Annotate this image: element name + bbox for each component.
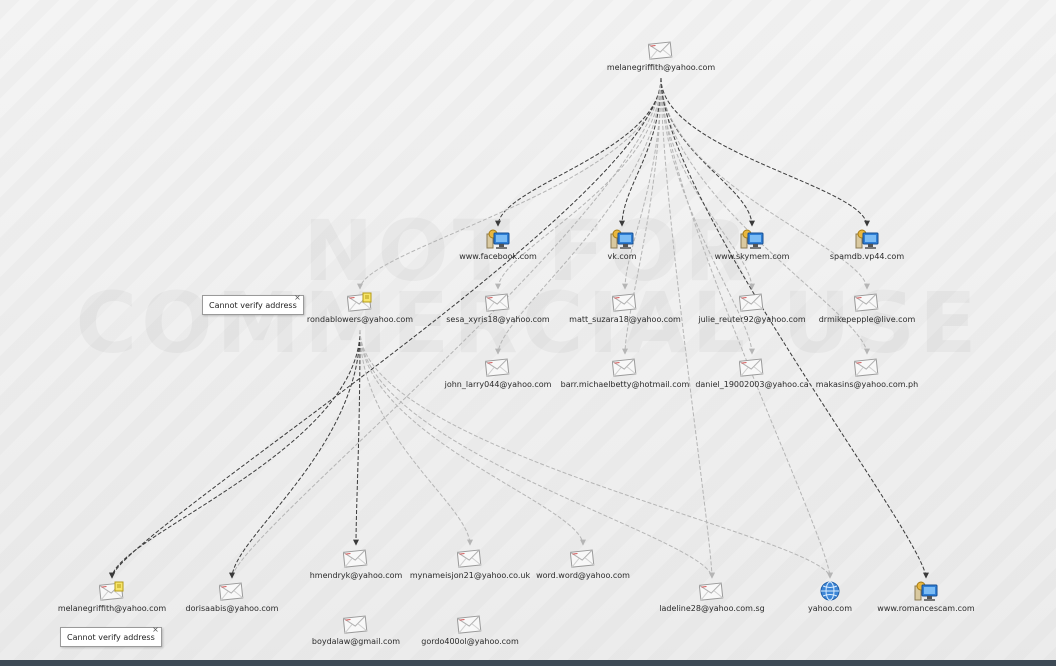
website-icon	[739, 228, 765, 250]
envelope-icon	[853, 356, 880, 378]
edge-root-facebook	[495, 77, 662, 227]
edge-root-ladeline	[660, 77, 715, 579]
edge-root-spamdb	[660, 77, 870, 227]
node-label: spamdb.vp44.com	[829, 252, 905, 261]
graph-node[interactable]: gordo400ol@yahoo.com	[390, 613, 550, 646]
node-label: gordo400ol@yahoo.com	[421, 637, 519, 646]
node-label: dorisaabis@yahoo.com	[185, 604, 279, 613]
tooltip-text: Cannot verify address	[67, 633, 155, 642]
envelope-icon	[698, 580, 725, 602]
envelope-icon	[611, 356, 638, 378]
envelope-icon	[853, 291, 880, 313]
envelope-icon	[484, 291, 511, 313]
node-label: www.romancescam.com	[877, 604, 975, 613]
node-label: melanegriffith@yahoo.com	[606, 63, 716, 72]
edge-ronda-melane2	[109, 329, 361, 579]
envelope-icon	[456, 547, 483, 569]
website-icon	[854, 228, 880, 250]
website-icon	[485, 228, 511, 250]
globe-icon	[817, 580, 843, 602]
graph-node[interactable]: rondablowers@yahoo.com	[280, 291, 440, 324]
envelope-icon	[647, 39, 674, 61]
envelope-note-icon	[98, 580, 125, 602]
graph-node[interactable]: drmikepepple@live.com	[787, 291, 947, 324]
website-icon	[913, 580, 939, 602]
node-label: makasins@yahoo.com.ph	[815, 380, 919, 389]
graph-node[interactable]: melanegriffith@yahoo.com	[581, 39, 741, 72]
node-label: word.word@yahoo.com	[536, 571, 630, 580]
edge-ronda-dorisa	[229, 329, 361, 579]
graph-node[interactable]: www.romancescam.com	[846, 580, 1006, 613]
edge-root-dorisa	[229, 77, 662, 579]
status-bar	[0, 660, 1056, 666]
envelope-note-icon	[346, 291, 373, 313]
graph-node[interactable]: spamdb.vp44.com	[787, 228, 947, 261]
edge-root-romance	[660, 77, 929, 579]
envelope-icon	[611, 291, 638, 313]
website-icon	[609, 228, 635, 250]
edge-root-melane2	[109, 77, 662, 579]
graph-canvas[interactable]: melanegriffith@yahoo.com www.facebook.co…	[0, 0, 1056, 660]
close-icon[interactable]: ×	[152, 625, 159, 634]
envelope-icon	[342, 613, 369, 635]
cannot-verify-tooltip: Cannot verify address ×	[202, 293, 304, 315]
cannot-verify-tooltip: Cannot verify address ×	[60, 625, 162, 647]
envelope-icon	[484, 356, 511, 378]
graph-node[interactable]: makasins@yahoo.com.ph	[787, 356, 947, 389]
graph-node[interactable]: dorisaabis@yahoo.com	[152, 580, 312, 613]
envelope-icon	[738, 291, 765, 313]
node-label: drmikepepple@live.com	[818, 315, 916, 324]
tooltip-text: Cannot verify address	[209, 301, 297, 310]
envelope-icon	[456, 613, 483, 635]
close-icon[interactable]: ×	[294, 293, 301, 302]
edge-root-skymem	[660, 77, 755, 227]
envelope-icon	[342, 547, 369, 569]
envelope-icon	[218, 580, 245, 602]
envelope-icon	[738, 356, 765, 378]
node-label: rondablowers@yahoo.com	[306, 315, 414, 324]
graph-node[interactable]: word.word@yahoo.com	[503, 547, 663, 580]
envelope-icon	[569, 547, 596, 569]
